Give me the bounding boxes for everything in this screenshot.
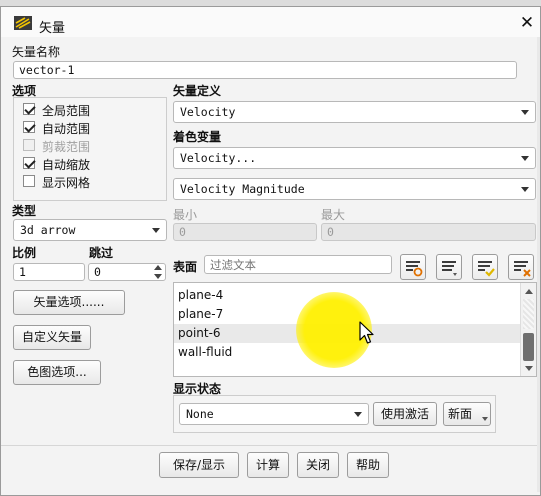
compute-button[interactable]: 计算: [247, 452, 289, 478]
chevron-down-icon: [354, 412, 362, 417]
scroll-thumb[interactable]: [523, 333, 534, 361]
auto-scale-label: 自动缩放: [42, 158, 91, 172]
vectors-dialog: 矢量 ✕ 矢量名称 vector-1 选项 全局范围 自动范围 剪裁范围 自动缩…: [0, 6, 541, 496]
auto-range-label: 自动范围: [42, 122, 91, 136]
scroll-track[interactable]: [523, 299, 534, 329]
chevron-down-icon: [152, 228, 160, 233]
skip-spinner-icon[interactable]: [153, 263, 163, 281]
scale-input[interactable]: 1: [13, 263, 85, 281]
max-label: 最大: [321, 208, 346, 222]
display-state-select[interactable]: None: [179, 403, 369, 425]
list-check-icon: [478, 261, 495, 277]
surface-group-button[interactable]: [436, 254, 462, 280]
list-item[interactable]: plane-4: [178, 288, 223, 302]
color-variable-label: 着色变量: [173, 130, 222, 144]
type-select[interactable]: 3d arrow: [13, 219, 167, 241]
colormap-options-button[interactable]: 色图选项...: [13, 360, 101, 385]
close-button[interactable]: 关闭: [297, 452, 339, 478]
clip-range-checkbox[interactable]: [23, 139, 35, 151]
min-input[interactable]: 0: [173, 223, 317, 241]
vector-options-button[interactable]: 矢量选项......: [13, 290, 125, 315]
save-display-button[interactable]: 保存/显示: [159, 452, 239, 478]
color-variable-select[interactable]: Velocity...: [173, 147, 536, 169]
scale-label: 比例: [12, 246, 37, 260]
select-all-surfaces-button[interactable]: [472, 254, 498, 280]
type-label: 类型: [12, 204, 37, 218]
scroll-up-icon[interactable]: [524, 287, 534, 295]
new-state-label: 新面: [448, 407, 473, 421]
type-select-value: 3d arrow: [20, 223, 76, 237]
vector-definition-value: Velocity: [180, 105, 236, 119]
close-icon[interactable]: ✕: [517, 13, 537, 33]
vector-name-label: 矢量名称: [12, 45, 61, 59]
right-edge: [537, 37, 540, 492]
use-active-button[interactable]: 使用激活: [373, 402, 437, 426]
auto-scale-checkbox[interactable]: [23, 157, 35, 169]
auto-range-checkbox[interactable]: [23, 121, 35, 133]
global-range-checkbox[interactable]: [23, 103, 35, 115]
show-grid-checkbox[interactable]: [23, 175, 35, 187]
surface-filter-input[interactable]: [204, 255, 392, 274]
mouse-pointer-icon: [359, 321, 374, 344]
color-variable-sub-value: Velocity Magnitude: [180, 182, 305, 196]
chevron-down-icon: [521, 110, 529, 115]
display-state-value: None: [186, 407, 214, 421]
custom-vectors-button[interactable]: 自定义矢量: [13, 325, 91, 350]
color-variable-value: Velocity...: [180, 151, 257, 165]
help-button[interactable]: 帮助: [347, 452, 389, 478]
color-variable-sub-select[interactable]: Velocity Magnitude: [173, 178, 536, 200]
list-item[interactable]: wall-fluid: [178, 345, 232, 359]
bottom-divider: [1, 445, 540, 446]
display-state-group: None 使用激活 新面: [173, 395, 496, 433]
chevron-down-icon: [482, 417, 488, 421]
max-input[interactable]: 0: [321, 223, 536, 241]
title-bar: 矢量 ✕: [1, 7, 540, 37]
dialog-title: 矢量: [39, 21, 66, 36]
global-range-label: 全局范围: [42, 104, 91, 118]
scroll-down-icon[interactable]: [524, 365, 534, 373]
list-clear-icon: [514, 261, 531, 277]
vector-definition-label: 矢量定义: [173, 84, 222, 98]
vector-definition-select[interactable]: Velocity: [173, 101, 536, 123]
chevron-down-icon: [521, 187, 529, 192]
deselect-all-surfaces-button[interactable]: [508, 254, 534, 280]
surface-list-scrollbar[interactable]: [520, 283, 536, 376]
min-label: 最小: [173, 208, 198, 222]
new-surface-button[interactable]: [400, 254, 426, 280]
clip-range-label: 剪裁范围: [42, 140, 91, 154]
vectors-app-icon: [14, 16, 32, 30]
vector-name-input[interactable]: vector-1: [13, 61, 517, 79]
list-item[interactable]: plane-7: [178, 307, 223, 321]
surfaces-label: 表面: [173, 260, 198, 274]
list-dropdown-icon: [442, 261, 457, 276]
options-group: 全局范围 自动范围 剪裁范围 自动缩放 显示网格: [13, 97, 167, 201]
skip-label: 跳过: [89, 246, 114, 260]
new-state-button[interactable]: 新面: [443, 402, 491, 426]
chevron-down-icon: [521, 156, 529, 161]
show-grid-label: 显示网格: [42, 176, 91, 190]
list-new-icon: [406, 261, 423, 277]
